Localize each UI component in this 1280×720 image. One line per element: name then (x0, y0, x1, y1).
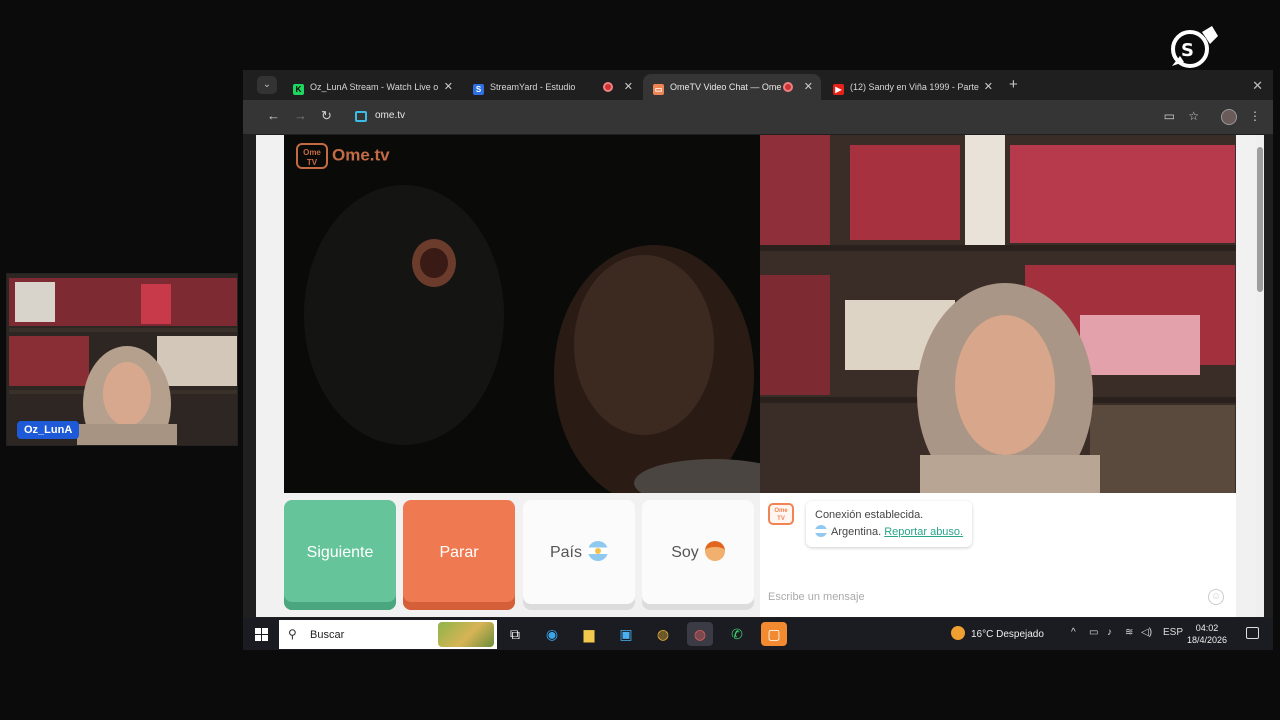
notification-icon[interactable] (1246, 627, 1259, 639)
language-indicator[interactable]: ESP (1163, 627, 1183, 638)
chrome-profile-icon[interactable]: ◍ (687, 622, 713, 646)
tab-label: (12) Sandy en Viña 1999 - Parte (850, 82, 979, 92)
wifi-icon[interactable]: ≋ (1125, 627, 1133, 638)
store-icon[interactable]: ▣ (613, 622, 639, 646)
close-window-icon[interactable]: ✕ (1252, 78, 1263, 94)
search-icon: ⚲ (288, 627, 297, 641)
system-clock[interactable]: 04:02 18/4/2026 (1187, 622, 1227, 646)
cast-icon[interactable]: ▭ (1164, 109, 1175, 123)
tab-label: OmeTV Video Chat — Ome (670, 82, 782, 92)
volume-icon[interactable]: ◁) (1141, 627, 1152, 638)
search-highlight-image (438, 622, 494, 647)
gender-filter-button[interactable]: Soy (642, 500, 754, 610)
message-input[interactable]: Escribe un mensaje (768, 591, 1208, 603)
stream-canvas: S streamyard Oz_LunA ⌄ KOz_LunA Stream -… (0, 0, 1280, 720)
back-arrow-icon[interactable]: ← (267, 108, 280, 123)
screen-share: ⌄ K Oz_LunA Stream - Watch Live o ✕ S Stre… (243, 70, 1273, 650)
tab-kick[interactable]: K Oz_LunA Stream - Watch Live o ✕ (283, 74, 461, 100)
file-explorer-icon[interactable]: ▆ (576, 622, 602, 646)
weather-sun-icon (951, 626, 965, 640)
chat-panel: Ome TV Conexión establecida. Argentina. R… (760, 493, 1236, 617)
task-view-icon[interactable]: ⧉ (502, 622, 528, 646)
browser-toolbar: ← → ↻ ome.tv ▭ ☆ ⋮ (243, 100, 1273, 134)
ometv-logo: Ome TV Ome.tv (296, 143, 390, 169)
page-scrollbar[interactable] (1256, 135, 1264, 617)
recording-icon (603, 82, 613, 92)
emoji-icon[interactable]: ☺ (1208, 589, 1224, 605)
whatsapp-icon[interactable]: ✆ (724, 622, 750, 646)
webcam-overlay: Oz_LunA (6, 273, 238, 446)
svg-text:S: S (1181, 40, 1194, 61)
report-abuse-link[interactable]: Reportar abuso. (884, 526, 963, 538)
partner-country: Argentina. (831, 526, 882, 538)
scrollbar-thumb[interactable] (1257, 147, 1263, 292)
streamyard-logo-icon: S (1171, 26, 1218, 68)
tab-search-button[interactable]: ⌄ (257, 76, 277, 94)
country-filter-button[interactable]: País (523, 500, 635, 610)
windows-taskbar: ⚲ Buscar ⧉ ◉ ▆ ▣ ◍ ◍ ✆ ▢ 16°C Despejado … (243, 618, 1273, 650)
tab-streamyard[interactable]: S StreamYard - Estudio ✕ (463, 74, 641, 100)
address-bar[interactable]: ome.tv (375, 110, 405, 121)
microphone-icon[interactable]: ♪ (1107, 627, 1112, 638)
youtube-icon: ▶ (833, 84, 844, 95)
system-message: Conexión establecida. Argentina. Reporta… (806, 501, 973, 547)
new-tab-button[interactable]: + (1009, 76, 1018, 93)
weather-widget[interactable]: 16°C Despejado (951, 626, 1044, 640)
tab-ometv[interactable]: ▭ OmeTV Video Chat — Ome ✕ (643, 74, 821, 100)
tab-label: Oz_LunA Stream - Watch Live o (310, 82, 439, 92)
close-tab-icon[interactable]: ✕ (624, 74, 633, 100)
streamyard-app-icon[interactable]: ▢ (761, 622, 787, 646)
next-button[interactable]: Siguiente (284, 500, 396, 610)
tab-label: StreamYard - Estudio (490, 82, 576, 92)
tab-youtube[interactable]: ▶ (12) Sandy en Viña 1999 - Parte ✕ (823, 74, 1001, 100)
streamyard-icon: S (473, 84, 484, 95)
ometv-icon: ▭ (653, 84, 664, 95)
close-tab-icon[interactable]: ✕ (804, 74, 813, 100)
camera-tray-icon[interactable]: ▭ (1089, 627, 1098, 638)
chrome-icon[interactable]: ◍ (650, 622, 676, 646)
recording-icon (783, 82, 793, 92)
bookmark-star-icon[interactable]: ☆ (1188, 109, 1199, 123)
argentina-flag-icon (815, 525, 827, 537)
forward-arrow-icon[interactable]: → (294, 108, 307, 123)
argentina-flag-icon (588, 541, 608, 561)
self-video-feed (760, 135, 1236, 493)
ometv-avatar-icon: Ome TV (768, 503, 794, 525)
close-tab-icon[interactable]: ✕ (984, 74, 993, 100)
browser-tab-strip: ⌄ K Oz_LunA Stream - Watch Live o ✕ S Stre… (243, 70, 1273, 100)
boy-emoji-icon (704, 541, 725, 561)
edge-icon[interactable]: ◉ (539, 622, 565, 646)
site-info-icon[interactable] (355, 111, 367, 122)
ometv-logo-icon: Ome TV (296, 143, 328, 169)
stop-button[interactable]: Parar (403, 500, 515, 610)
remote-video: Ome TV Ome.tv (284, 135, 760, 493)
ometv-page: Ome TV Ome.tv Siguiente Parar País Soy O… (256, 135, 1264, 617)
self-video (760, 135, 1236, 493)
connection-status: Conexión establecida. (815, 509, 924, 521)
remote-video-feed (284, 135, 760, 493)
close-tab-icon[interactable]: ✕ (444, 74, 453, 100)
reload-icon[interactable]: ↻ (321, 108, 332, 124)
windows-start-icon[interactable] (255, 628, 268, 641)
taskbar-search[interactable]: ⚲ Buscar (279, 620, 497, 649)
camera-name-tag: Oz_LunA (17, 421, 80, 439)
menu-icon[interactable]: ⋮ (1249, 109, 1261, 123)
tray-chevron-icon[interactable]: ^ (1071, 627, 1076, 638)
kick-icon: K (293, 84, 304, 95)
profile-avatar[interactable] (1221, 109, 1237, 125)
